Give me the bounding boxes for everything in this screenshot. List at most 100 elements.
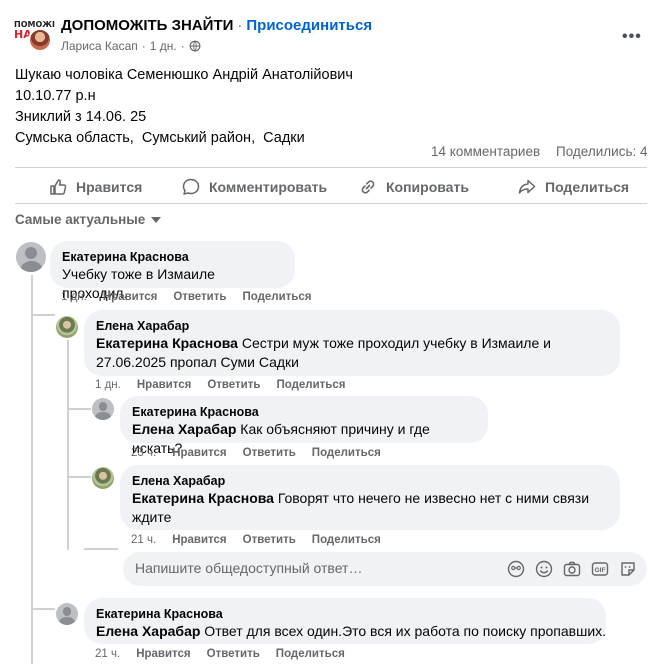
reply-input[interactable] [135, 560, 495, 576]
comment-actions: 1 дн. Нравится Ответить Поделиться [61, 291, 312, 303]
share-label: Поделиться [545, 179, 630, 195]
avatar[interactable] [92, 398, 114, 420]
svg-text:GIF: GIF [595, 567, 606, 574]
join-link[interactable]: Присоединиться [246, 17, 372, 34]
copy-label: Копировать [386, 179, 469, 195]
emoji-icon[interactable] [535, 560, 553, 578]
share-comment-button[interactable]: Поделиться [242, 291, 311, 303]
like-comment-button[interactable]: Нравится [136, 648, 190, 660]
like-comment-button[interactable]: Нравится [172, 447, 226, 459]
comment-actions: 21 ч. Нравится Ответить Поделиться [95, 648, 345, 660]
comment-text: ждите [132, 509, 172, 525]
avatar[interactable] [56, 316, 78, 338]
comment-text-part: Ответ для всех один.Это вся их работа по… [200, 623, 607, 639]
reply-input-box[interactable]: GIF [123, 552, 647, 586]
commenter-name[interactable]: Елена Харабар [132, 473, 608, 489]
comment-bubble: Екатерина Краснова Учебку тоже в Измаиле… [50, 241, 295, 301]
post-line: 10.10.77 р.н [15, 88, 96, 104]
like-button[interactable]: Нравится [48, 178, 142, 196]
avatar[interactable] [92, 467, 114, 489]
comment-bubble: Елена Харабар Екатерина Краснова Говорят… [120, 465, 620, 530]
thumbs-up-icon [50, 179, 67, 195]
reply-button[interactable]: Ответить [207, 648, 260, 660]
like-comment-button[interactable]: Нравится [172, 534, 226, 546]
share-comment-button[interactable]: Поделиться [276, 379, 345, 391]
caret-down-icon [151, 216, 162, 223]
commenter-name[interactable]: Екатерина Краснова [96, 606, 594, 622]
mention-link[interactable]: Елена Харабар [96, 623, 200, 639]
thread-branch [67, 476, 91, 478]
like-comment-button[interactable]: Нравится [103, 291, 157, 303]
commenter-name[interactable]: Елена Харабар [96, 318, 608, 334]
comment-time[interactable]: 1 дн. [61, 291, 87, 303]
share-button[interactable]: Поделиться [517, 178, 629, 196]
post-line: Зниклий з 14.06. 25 [15, 109, 147, 125]
divider [15, 167, 647, 168]
thread-branch [67, 408, 91, 410]
globe-icon [189, 40, 201, 52]
commenter-name[interactable]: Екатерина Краснова [132, 404, 476, 420]
post-line: Сумська область, Сумський район, Садки [15, 130, 305, 146]
like-label: Нравится [76, 179, 143, 195]
thread-line [67, 340, 69, 550]
comment-text-part: Сестри муж тоже проходил учебку в Измаил… [237, 335, 551, 351]
share-comment-button[interactable]: Поделиться [276, 648, 345, 660]
thread-branch [31, 314, 55, 316]
comment-time[interactable]: 23 ч. [131, 447, 156, 459]
comment-bubble: Елена Харабар Екатерина Краснова Сестри … [84, 310, 620, 376]
comment-actions: 1 дн. Нравится Ответить Поделиться [95, 379, 346, 391]
camera-icon[interactable] [563, 560, 581, 578]
sticker-icon[interactable] [619, 560, 637, 578]
reply-button[interactable]: Ответить [243, 534, 296, 546]
post-meta: Лариса Касап · 1 дн. · [61, 39, 201, 53]
reply-button[interactable]: Ответить [207, 379, 260, 391]
comment-actions: 21 ч. Нравится Ответить Поделиться [131, 534, 381, 546]
mention-link[interactable]: Екатерина Краснова [96, 335, 238, 351]
thread-branch [84, 548, 118, 550]
thread-line [31, 275, 33, 664]
author-avatar[interactable] [28, 28, 52, 52]
thread-branch [31, 608, 55, 610]
comment-text: Екатерина Краснова Говорят что нечего не… [132, 489, 608, 508]
comment-sort-dropdown[interactable]: Самые актуальные [15, 212, 162, 227]
comment-actions: 23 ч. Нравится Ответить Поделиться [131, 447, 381, 459]
comment-time[interactable]: 1 дн. [95, 379, 121, 391]
comment-text: Екатерина Краснова Сестри муж тоже прохо… [96, 334, 608, 353]
like-comment-button[interactable]: Нравится [137, 379, 191, 391]
commenter-name[interactable]: Екатерина Краснова [62, 249, 283, 265]
comment-text-part: Говорят что нечего не извесно нет с ними… [273, 490, 590, 506]
author-name-link[interactable]: Лариса Касап [61, 39, 138, 53]
share-comment-button[interactable]: Поделиться [312, 447, 381, 459]
comment-text: 27.06.2025 пропал Суми Садки [96, 354, 299, 370]
mention-link[interactable]: Екатерина Краснова [132, 490, 274, 506]
reply-input-icons: GIF [507, 560, 637, 578]
more-options-button[interactable]: ••• [622, 28, 642, 46]
title-separator: · [237, 17, 243, 34]
sticker-face-icon[interactable] [507, 560, 525, 578]
reply-button[interactable]: Ответить [173, 291, 226, 303]
share-comment-button[interactable]: Поделиться [312, 534, 381, 546]
group-name-link[interactable]: ДОПОМОЖІТЬ ЗНАЙТИ [61, 17, 233, 34]
comment-label: Комментировать [209, 179, 328, 195]
copy-button[interactable]: Копировать [358, 178, 469, 196]
divider [15, 203, 647, 204]
shares-count-link[interactable]: Поделились: 4 [556, 144, 647, 159]
comment-button[interactable]: Комментировать [181, 178, 327, 196]
mention-link[interactable]: Елена Харабар [132, 421, 236, 437]
comment-time[interactable]: 21 ч. [95, 648, 120, 660]
meta-dot: · [141, 39, 146, 53]
reply-button[interactable]: Ответить [243, 447, 296, 459]
comment-text: Елена Харабар Ответ для всех один.Это вс… [96, 622, 606, 641]
post-time-link[interactable]: 1 дн. [150, 39, 177, 53]
gif-icon[interactable]: GIF [591, 560, 609, 578]
sort-label: Самые актуальные [15, 212, 146, 227]
post-line: Шукаю чоловіка Семенюшко Андрій Анатолій… [15, 67, 353, 83]
comment-bubble: Екатерина Краснова Елена Харабар Ответ д… [84, 598, 606, 644]
avatar[interactable] [56, 603, 78, 625]
link-icon [361, 180, 375, 194]
meta-dot: · [180, 39, 185, 53]
avatar[interactable] [16, 242, 46, 272]
comments-count-link[interactable]: 14 комментариев [431, 144, 540, 159]
group-title: ДОПОМОЖІТЬ ЗНАЙТИ · Присоединиться [61, 17, 372, 34]
comment-time[interactable]: 21 ч. [131, 534, 156, 546]
